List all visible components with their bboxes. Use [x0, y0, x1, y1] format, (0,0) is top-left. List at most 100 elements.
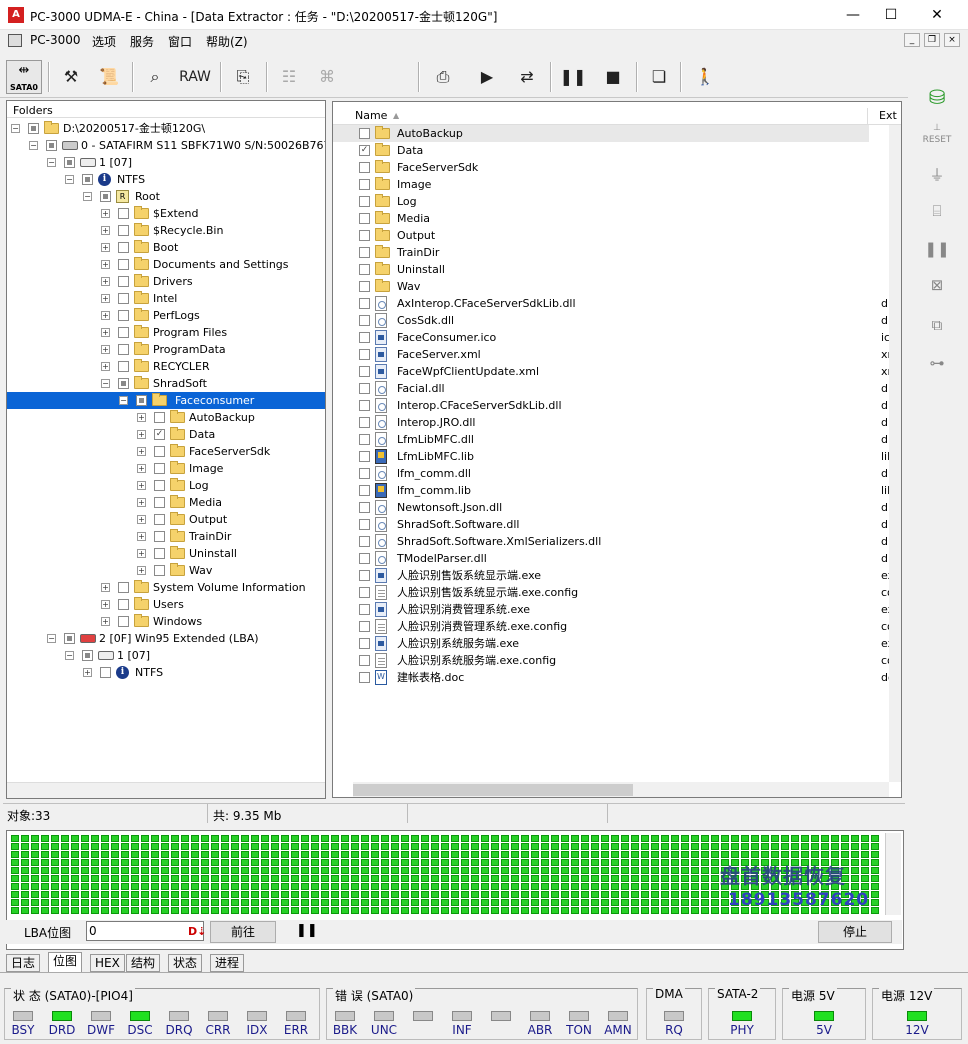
tab-5[interactable]: 进程 [210, 954, 245, 972]
maximize-icon[interactable]: ☐ [868, 0, 914, 30]
file-row[interactable]: 人脸识别售饭系统显示端.exe.configcon.. [333, 584, 901, 601]
tree-item[interactable]: + Boot [7, 239, 325, 256]
checkbox[interactable] [154, 480, 165, 491]
file-row[interactable]: Image [333, 176, 869, 193]
expander-icon[interactable]: + [101, 311, 110, 320]
binoculars-icon[interactable]: ⌕ [140, 62, 170, 92]
tree-item[interactable]: − 2 [0F] Win95 Extended (LBA) [7, 630, 325, 647]
expander-icon[interactable]: + [101, 328, 110, 337]
reset-icon[interactable]: ⊥ RESET [922, 122, 952, 152]
file-row[interactable]: FaceConsumer.icoico [333, 329, 897, 346]
expander-icon[interactable]: + [137, 430, 146, 439]
menu-options[interactable]: 选项 [92, 33, 116, 50]
file-row[interactable]: TModelParser.dll dll [333, 550, 894, 567]
file-row[interactable]: 人脸识别系统服务端.exeexe [333, 635, 901, 652]
tree-item[interactable]: + PerfLogs [7, 307, 325, 324]
stop-button[interactable]: 停止 [818, 921, 892, 943]
file-row[interactable]: Uninstall [333, 261, 869, 278]
checkbox[interactable] [64, 633, 75, 644]
file-checkbox[interactable] [359, 298, 370, 309]
file-row[interactable]: Media [333, 210, 869, 227]
expander-icon[interactable]: − [101, 379, 110, 388]
checkbox[interactable] [100, 667, 111, 678]
file-row[interactable]: AutoBackup [333, 125, 869, 142]
checkbox[interactable] [154, 463, 165, 474]
hscroll-thumb[interactable] [353, 784, 633, 796]
tree-item[interactable]: + Intel [7, 290, 325, 307]
file-checkbox[interactable] [359, 672, 370, 683]
file-checkbox[interactable] [359, 400, 370, 411]
power-icon[interactable]: ⊶ [922, 348, 952, 378]
tree-item[interactable]: − Faceconsumer [7, 392, 325, 409]
file-row[interactable]: ShradSoft.Software.dll dll [333, 516, 894, 533]
checkbox[interactable] [82, 174, 93, 185]
expander-icon[interactable]: + [101, 617, 110, 626]
expander-icon[interactable]: + [137, 532, 146, 541]
file-checkbox[interactable] [359, 315, 370, 326]
file-checkbox[interactable] [359, 162, 370, 173]
expander-icon[interactable]: − [47, 158, 56, 167]
checkbox[interactable] [154, 531, 165, 542]
expander-icon[interactable]: + [83, 668, 92, 677]
tree-item[interactable]: − 1 [07] [7, 154, 325, 171]
lba-pause-icon[interactable]: ❚❚ [296, 923, 318, 938]
file-checkbox[interactable] [359, 621, 370, 632]
file-row[interactable]: Output [333, 227, 869, 244]
checkbox[interactable] [118, 378, 129, 389]
file-row[interactable]: Interop.JRO.dll dll [333, 414, 894, 431]
tree-item[interactable]: − D:\20200517-金士顿120G\ [7, 120, 325, 137]
checkbox[interactable] [118, 310, 129, 321]
expander-icon[interactable]: − [119, 396, 128, 405]
file-checkbox[interactable]: ✓ [359, 145, 370, 156]
menu-service[interactable]: 服务 [130, 33, 154, 50]
file-checkbox[interactable] [359, 502, 370, 513]
tree-item[interactable]: − R Root [7, 188, 325, 205]
copy-icon[interactable]: ⧉ [922, 310, 952, 340]
file-row[interactable]: 人脸识别售饭系统显示端.exeexe [333, 567, 901, 584]
windows-icon[interactable]: ❏ [644, 62, 674, 92]
file-checkbox[interactable] [359, 383, 370, 394]
tab-2[interactable]: HEX [90, 954, 125, 972]
file-row[interactable]: lfm_comm.lib lib [333, 482, 894, 499]
file-checkbox[interactable] [359, 332, 370, 343]
checkbox[interactable] [154, 514, 165, 525]
checkbox[interactable] [118, 582, 129, 593]
file-row[interactable]: 人脸识别消费管理系统.exeexe [333, 601, 901, 618]
file-row[interactable]: Newtonsoft.Json.dll dll [333, 499, 894, 516]
file-checkbox[interactable] [359, 638, 370, 649]
lba-input[interactable]: 0 [86, 921, 204, 941]
checkbox[interactable] [118, 599, 129, 610]
expander-icon[interactable]: + [101, 362, 110, 371]
expander-icon[interactable]: − [65, 651, 74, 660]
file-row[interactable]: FaceWpfClientUpdate.xmlxml [333, 363, 901, 380]
file-checkbox[interactable] [359, 655, 370, 666]
checkbox[interactable] [154, 412, 165, 423]
tree-item[interactable]: + Wav [7, 562, 325, 579]
file-checkbox[interactable] [359, 434, 370, 445]
file-row[interactable]: LfmLibMFC.lib lib [333, 448, 894, 465]
expander-icon[interactable]: + [101, 260, 110, 269]
expander-icon[interactable]: + [101, 277, 110, 286]
tree-item[interactable]: + $Extend [7, 205, 325, 222]
expander-icon[interactable]: + [137, 447, 146, 456]
tree-item[interactable]: + Media [7, 494, 325, 511]
disk-export-icon[interactable]: ⎘ [228, 62, 258, 92]
file-checkbox[interactable] [359, 485, 370, 496]
mdi-icon[interactable] [8, 34, 22, 47]
pause-side-icon[interactable]: ❚❚ [922, 234, 952, 264]
tree-item[interactable]: + Image [7, 460, 325, 477]
tree-item[interactable]: + FaceServerSdk [7, 443, 325, 460]
tree-item[interactable]: − ShradSoft [7, 375, 325, 392]
tree-item[interactable]: + Program Files [7, 324, 325, 341]
checkbox[interactable] [46, 140, 57, 151]
checkbox[interactable] [118, 344, 129, 355]
file-checkbox[interactable] [359, 264, 370, 275]
tab-1[interactable]: 位图 [48, 952, 83, 972]
expander-icon[interactable]: + [137, 549, 146, 558]
sata0-button[interactable]: ⇹ SATA0 [6, 60, 42, 94]
export-icon[interactable]: ⎙ [428, 62, 458, 92]
file-row[interactable]: CosSdk.dll dll [333, 312, 894, 329]
checkbox[interactable] [154, 565, 165, 576]
menu-window[interactable]: 窗口 [168, 33, 192, 50]
tree-item[interactable]: + System Volume Information [7, 579, 325, 596]
